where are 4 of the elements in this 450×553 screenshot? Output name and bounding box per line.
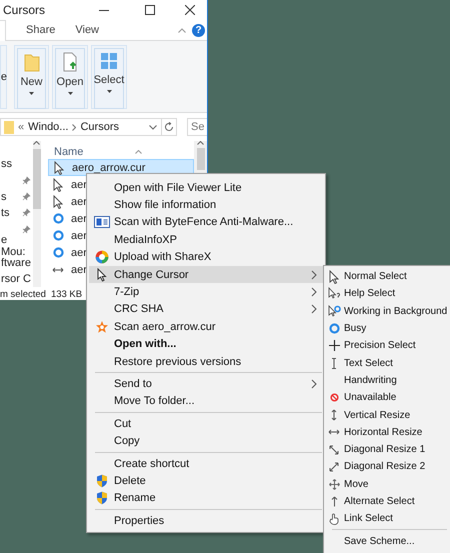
status-text: m selected	[0, 288, 46, 300]
status-text: 133 KB	[50, 288, 82, 300]
ribbon-label: e	[0, 71, 7, 83]
window-title: Cursors	[3, 3, 46, 17]
